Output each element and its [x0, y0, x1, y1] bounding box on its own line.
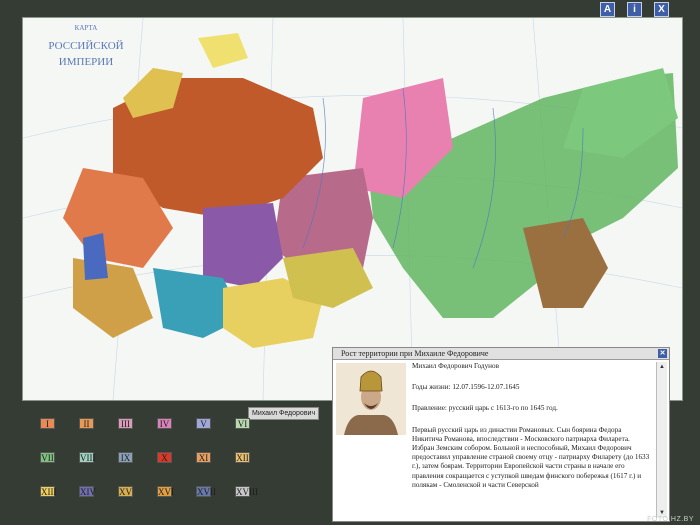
ruler-biography: Первый русский царь из династии Романовы… — [412, 425, 650, 489]
era-button-ix[interactable]: IX — [118, 452, 133, 463]
era-button-i[interactable]: I — [40, 418, 55, 429]
era-button-v[interactable]: V — [196, 418, 211, 429]
map-title-line1: РОССИЙСКОЙ — [48, 40, 124, 52]
russia-map — [23, 18, 682, 400]
era-button-ii[interactable]: II — [79, 418, 94, 429]
era-button-grid: I II III IV V VI VII VIII IX X XI XII XIII XIV XV XVI XV… — [40, 418, 270, 508]
era-button-x[interactable]: X — [157, 452, 172, 463]
text-mode-button[interactable]: A — [600, 2, 615, 17]
era-button-xv[interactable]: XV — [118, 486, 133, 497]
era-button-xii[interactable]: XII — [235, 452, 250, 463]
exit-button[interactable]: X — [654, 2, 669, 17]
era-button-xviii[interactable]: XVIII — [235, 486, 258, 497]
map-title-line2: ИМПЕРИИ — [58, 56, 114, 68]
region-volga — [203, 203, 283, 288]
map-panel[interactable]: КАРТА РОССИЙСКОЙ ИМПЕРИИ — [22, 17, 683, 401]
panel-scrollbar[interactable]: ▲ ▼ — [656, 362, 667, 518]
era-button-xvii[interactable]: XVII — [196, 486, 216, 497]
era-button-iv[interactable]: IV — [157, 418, 172, 429]
ruler-portrait — [336, 363, 406, 435]
era-button-xvi[interactable]: XVI — [157, 486, 174, 497]
map-title-small: КАРТА — [74, 24, 98, 32]
era-button-xiv[interactable]: XIV — [79, 486, 96, 497]
ruler-description: Михаил Федорович Годунов Годы жизни: 12.… — [412, 362, 653, 516]
info-button[interactable]: i — [627, 2, 642, 17]
panel-title: Рост территории при Михаиле Федоровиче — [333, 348, 669, 360]
era-button-xi[interactable]: XI — [196, 452, 211, 463]
ruler-reign: Правление: русский царь с 1613-го по 164… — [412, 404, 558, 413]
scroll-up-arrow[interactable]: ▲ — [658, 363, 666, 371]
region-kola — [198, 33, 248, 68]
ruler-name: Михаил Федорович Годунов — [412, 362, 500, 370]
ruler-info-panel: Рост территории при Михаиле Федоровиче ✕… — [332, 347, 670, 522]
era-button-iii[interactable]: III — [118, 418, 133, 429]
era-button-xiii[interactable]: XIII — [40, 486, 57, 497]
ruler-life-years: Годы жизни: 12.07.1596-12.07.1645 — [412, 383, 520, 392]
era-button-vi[interactable]: VI — [235, 418, 250, 429]
era-button-vii[interactable]: VII — [40, 452, 55, 463]
panel-close-button[interactable]: ✕ — [658, 349, 667, 358]
era-button-viii[interactable]: VIII — [79, 452, 96, 463]
watermark: FOTO.HZ.BY — [647, 516, 694, 523]
